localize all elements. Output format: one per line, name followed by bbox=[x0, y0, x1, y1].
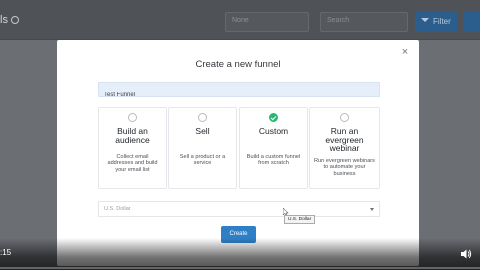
info-icon bbox=[10, 16, 19, 25]
filter-button[interactable]: Filter bbox=[415, 12, 457, 32]
filter-select[interactable]: None bbox=[225, 12, 309, 32]
radio-icon[interactable] bbox=[128, 113, 137, 122]
search-placeholder: Search bbox=[327, 17, 350, 24]
modal-title: Create a new funnel bbox=[195, 59, 281, 70]
funnel-name-field[interactable] bbox=[98, 82, 380, 102]
currency-tooltip: U.S. Dollar bbox=[284, 215, 316, 224]
radio-icon[interactable] bbox=[340, 113, 349, 122]
radio-checked-icon[interactable] bbox=[269, 113, 278, 122]
currency-select[interactable]: U.S. Dollar bbox=[98, 201, 380, 217]
chevron-down-icon bbox=[370, 208, 374, 211]
card-title: Run an evergreen webinar bbox=[325, 126, 364, 153]
app-header: ls None Search Filter bbox=[0, 0, 480, 40]
funnel-type-sell[interactable]: Sell Sell a product or a service bbox=[168, 107, 237, 189]
video-player-bar: :15 bbox=[0, 238, 480, 270]
filter-icon bbox=[421, 18, 429, 22]
funnel-type-build-audience[interactable]: Build an audience Collect email addresse… bbox=[98, 107, 167, 189]
playback-time: :15 bbox=[0, 248, 12, 257]
search-input[interactable]: Search bbox=[320, 12, 408, 32]
progress-bar[interactable] bbox=[0, 267, 480, 269]
card-description: Collect email addresses and build your e… bbox=[107, 154, 158, 173]
filter-select-value: None bbox=[232, 17, 249, 24]
create-funnel-modal: × Create a new funnel Build an audience … bbox=[57, 40, 419, 266]
header-action-button[interactable] bbox=[463, 12, 480, 32]
page-title-text: ls bbox=[0, 14, 8, 26]
close-icon[interactable]: × bbox=[399, 46, 411, 58]
card-title: Custom bbox=[258, 126, 289, 136]
funnel-type-evergreen-webinar[interactable]: Run an evergreen webinar Run evergreen w… bbox=[309, 107, 380, 189]
radio-icon[interactable] bbox=[198, 113, 207, 122]
card-description: Run evergreen webinars to automate your … bbox=[314, 158, 375, 177]
volume-icon[interactable] bbox=[461, 249, 472, 259]
filter-button-label: Filter bbox=[433, 17, 451, 26]
card-title: Build an audience bbox=[115, 126, 150, 145]
page-title: ls bbox=[0, 14, 19, 26]
currency-value: U.S. Dollar bbox=[104, 206, 131, 212]
funnel-type-options: Build an audience Collect email addresse… bbox=[98, 107, 380, 189]
card-description: Sell a product or a service bbox=[179, 154, 226, 167]
card-title: Sell bbox=[195, 126, 210, 136]
funnel-type-custom[interactable]: Custom Build a custom funnel from scratc… bbox=[239, 107, 308, 189]
card-description: Build a custom funnel from scratch bbox=[246, 154, 301, 167]
funnel-name-input[interactable] bbox=[99, 88, 379, 102]
